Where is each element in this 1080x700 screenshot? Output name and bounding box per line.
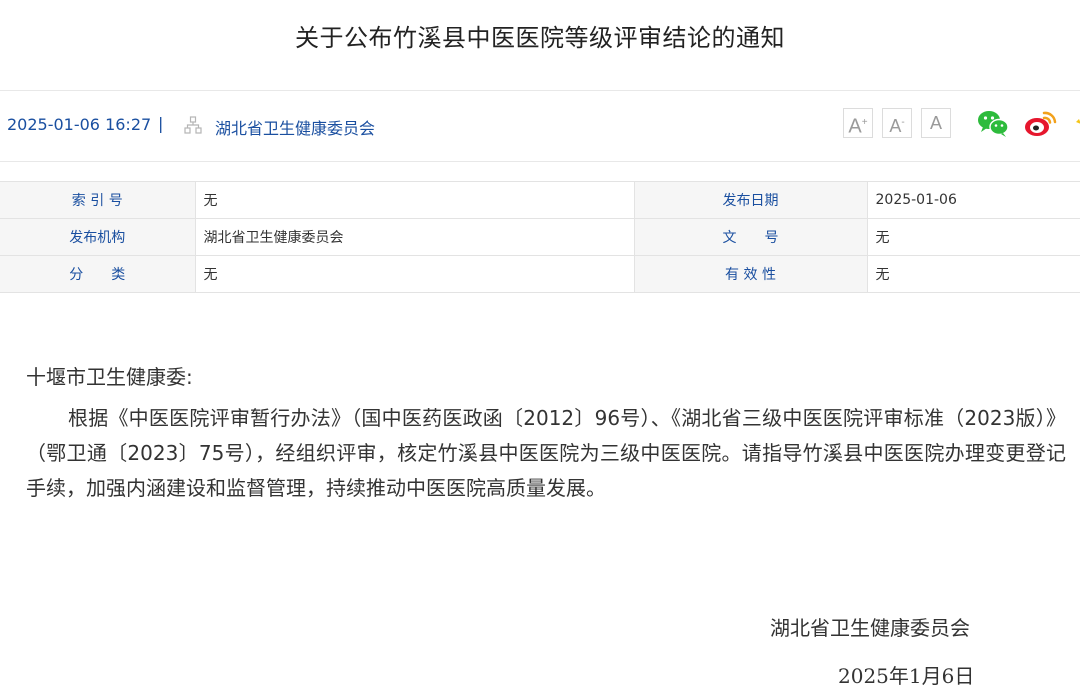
publish-date-value: 2025-01-06 (867, 181, 1080, 219)
table-row: 索 引 号 无 发布日期 2025-01-06 (0, 181, 1080, 219)
font-decrease-button[interactable]: A (921, 108, 951, 138)
validity-value: 无 (867, 255, 1080, 293)
index-value: 无 (195, 181, 635, 219)
validity-label: 有 效 性 (634, 255, 868, 293)
font-decrease-label: A (929, 113, 942, 133)
table-row: 发布机构 湖北省卫生健康委员会 文 号 无 (0, 218, 1080, 256)
publisher-label: 发布机构 (0, 218, 196, 256)
weibo-icon[interactable] (1022, 105, 1058, 141)
font-increase-plus: + (861, 117, 868, 128)
signature-org: 湖北省卫生健康委员会 (770, 616, 970, 640)
font-increase-button[interactable]: A+ (843, 108, 873, 138)
category-label: 分 类 (0, 255, 196, 293)
doc-number-label: 文 号 (634, 218, 868, 256)
font-default-label: A (889, 116, 902, 136)
category-value: 无 (195, 255, 635, 293)
salutation: 十堰市卫生健康委: (26, 365, 193, 389)
star-icon[interactable] (1070, 105, 1080, 141)
font-default-button[interactable]: A- (882, 108, 912, 138)
publish-datetime: 2025-01-06 16:27 (7, 115, 152, 134)
publisher-link[interactable]: 湖北省卫生健康委员会 (215, 115, 375, 139)
wechat-icon[interactable] (975, 105, 1011, 141)
body-paragraph: 根据《中医医院评审暂行办法》（国中医药医政函〔2012〕96号）、《湖北省三级中… (26, 406, 1066, 500)
article-body: 十堰市卫生健康委: 根据《中医医院评审暂行办法》（国中医药医政函〔2012〕96… (26, 360, 1066, 506)
index-label: 索 引 号 (0, 181, 196, 219)
font-increase-label: A (848, 115, 862, 138)
font-default-minus: - (901, 117, 905, 128)
document-meta-table: 索 引 号 无 发布日期 2025-01-06 发布机构 湖北省卫生健康委员会 … (0, 181, 1080, 293)
page-title: 关于公布竹溪县中医医院等级评审结论的通知 (295, 24, 785, 52)
sitemap-icon (184, 116, 202, 134)
info-separator: | (158, 114, 164, 133)
publisher-value: 湖北省卫生健康委员会 (195, 218, 635, 256)
signature-date: 2025年1月6日 (838, 664, 975, 688)
publish-date-label: 发布日期 (634, 181, 868, 219)
article-info-bar: 2025-01-06 16:27 | 湖北省卫生健康委员会 A+ A- A (0, 90, 1080, 162)
article-page: 关于公布竹溪县中医医院等级评审结论的通知 2025-01-06 16:27 | … (0, 0, 1080, 700)
doc-number-value: 无 (867, 218, 1080, 256)
table-row: 分 类 无 有 效 性 无 (0, 255, 1080, 293)
